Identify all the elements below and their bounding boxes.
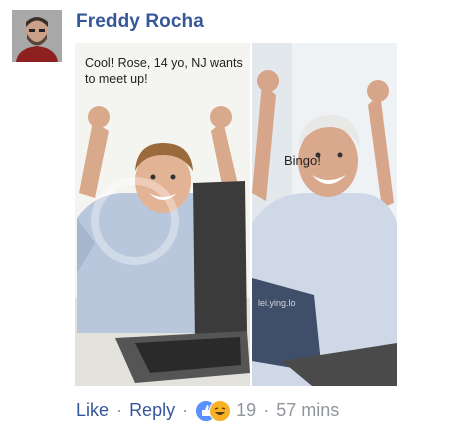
separator-dot: · xyxy=(116,400,123,420)
separator-dot: · xyxy=(263,400,270,420)
avatar[interactable] xyxy=(12,10,62,62)
comment-timestamp[interactable]: 57 mins xyxy=(276,400,339,420)
like-link[interactable]: Like xyxy=(76,400,109,420)
meme-panel-left: Cool! Rose, 14 yo, NJ wants to meet up! xyxy=(75,43,250,386)
meme-caption-right: Bingo! xyxy=(284,153,321,168)
comment-actions: Like · Reply · 19 · 57 mins xyxy=(76,400,339,422)
meme-watermark: lei.ying.lo xyxy=(258,298,296,308)
meme-image[interactable]: Cool! Rose, 14 yo, NJ wants to meet up! xyxy=(75,43,397,386)
meme-caption-left: Cool! Rose, 14 yo, NJ wants to meet up! xyxy=(85,56,243,86)
avatar-photo xyxy=(12,10,62,62)
haha-reaction-icon xyxy=(209,400,232,422)
reactions-summary[interactable] xyxy=(195,400,232,422)
reaction-count[interactable]: 19 xyxy=(236,400,256,420)
kid-at-laptop-illustration xyxy=(75,43,250,386)
old-man-at-laptop-illustration xyxy=(252,43,397,386)
comment-author[interactable]: Freddy Rocha xyxy=(76,11,204,33)
meme-panel-right: Bingo! lei.ying.lo xyxy=(252,43,397,386)
reply-link[interactable]: Reply xyxy=(129,400,175,420)
separator-dot: · xyxy=(182,400,189,420)
